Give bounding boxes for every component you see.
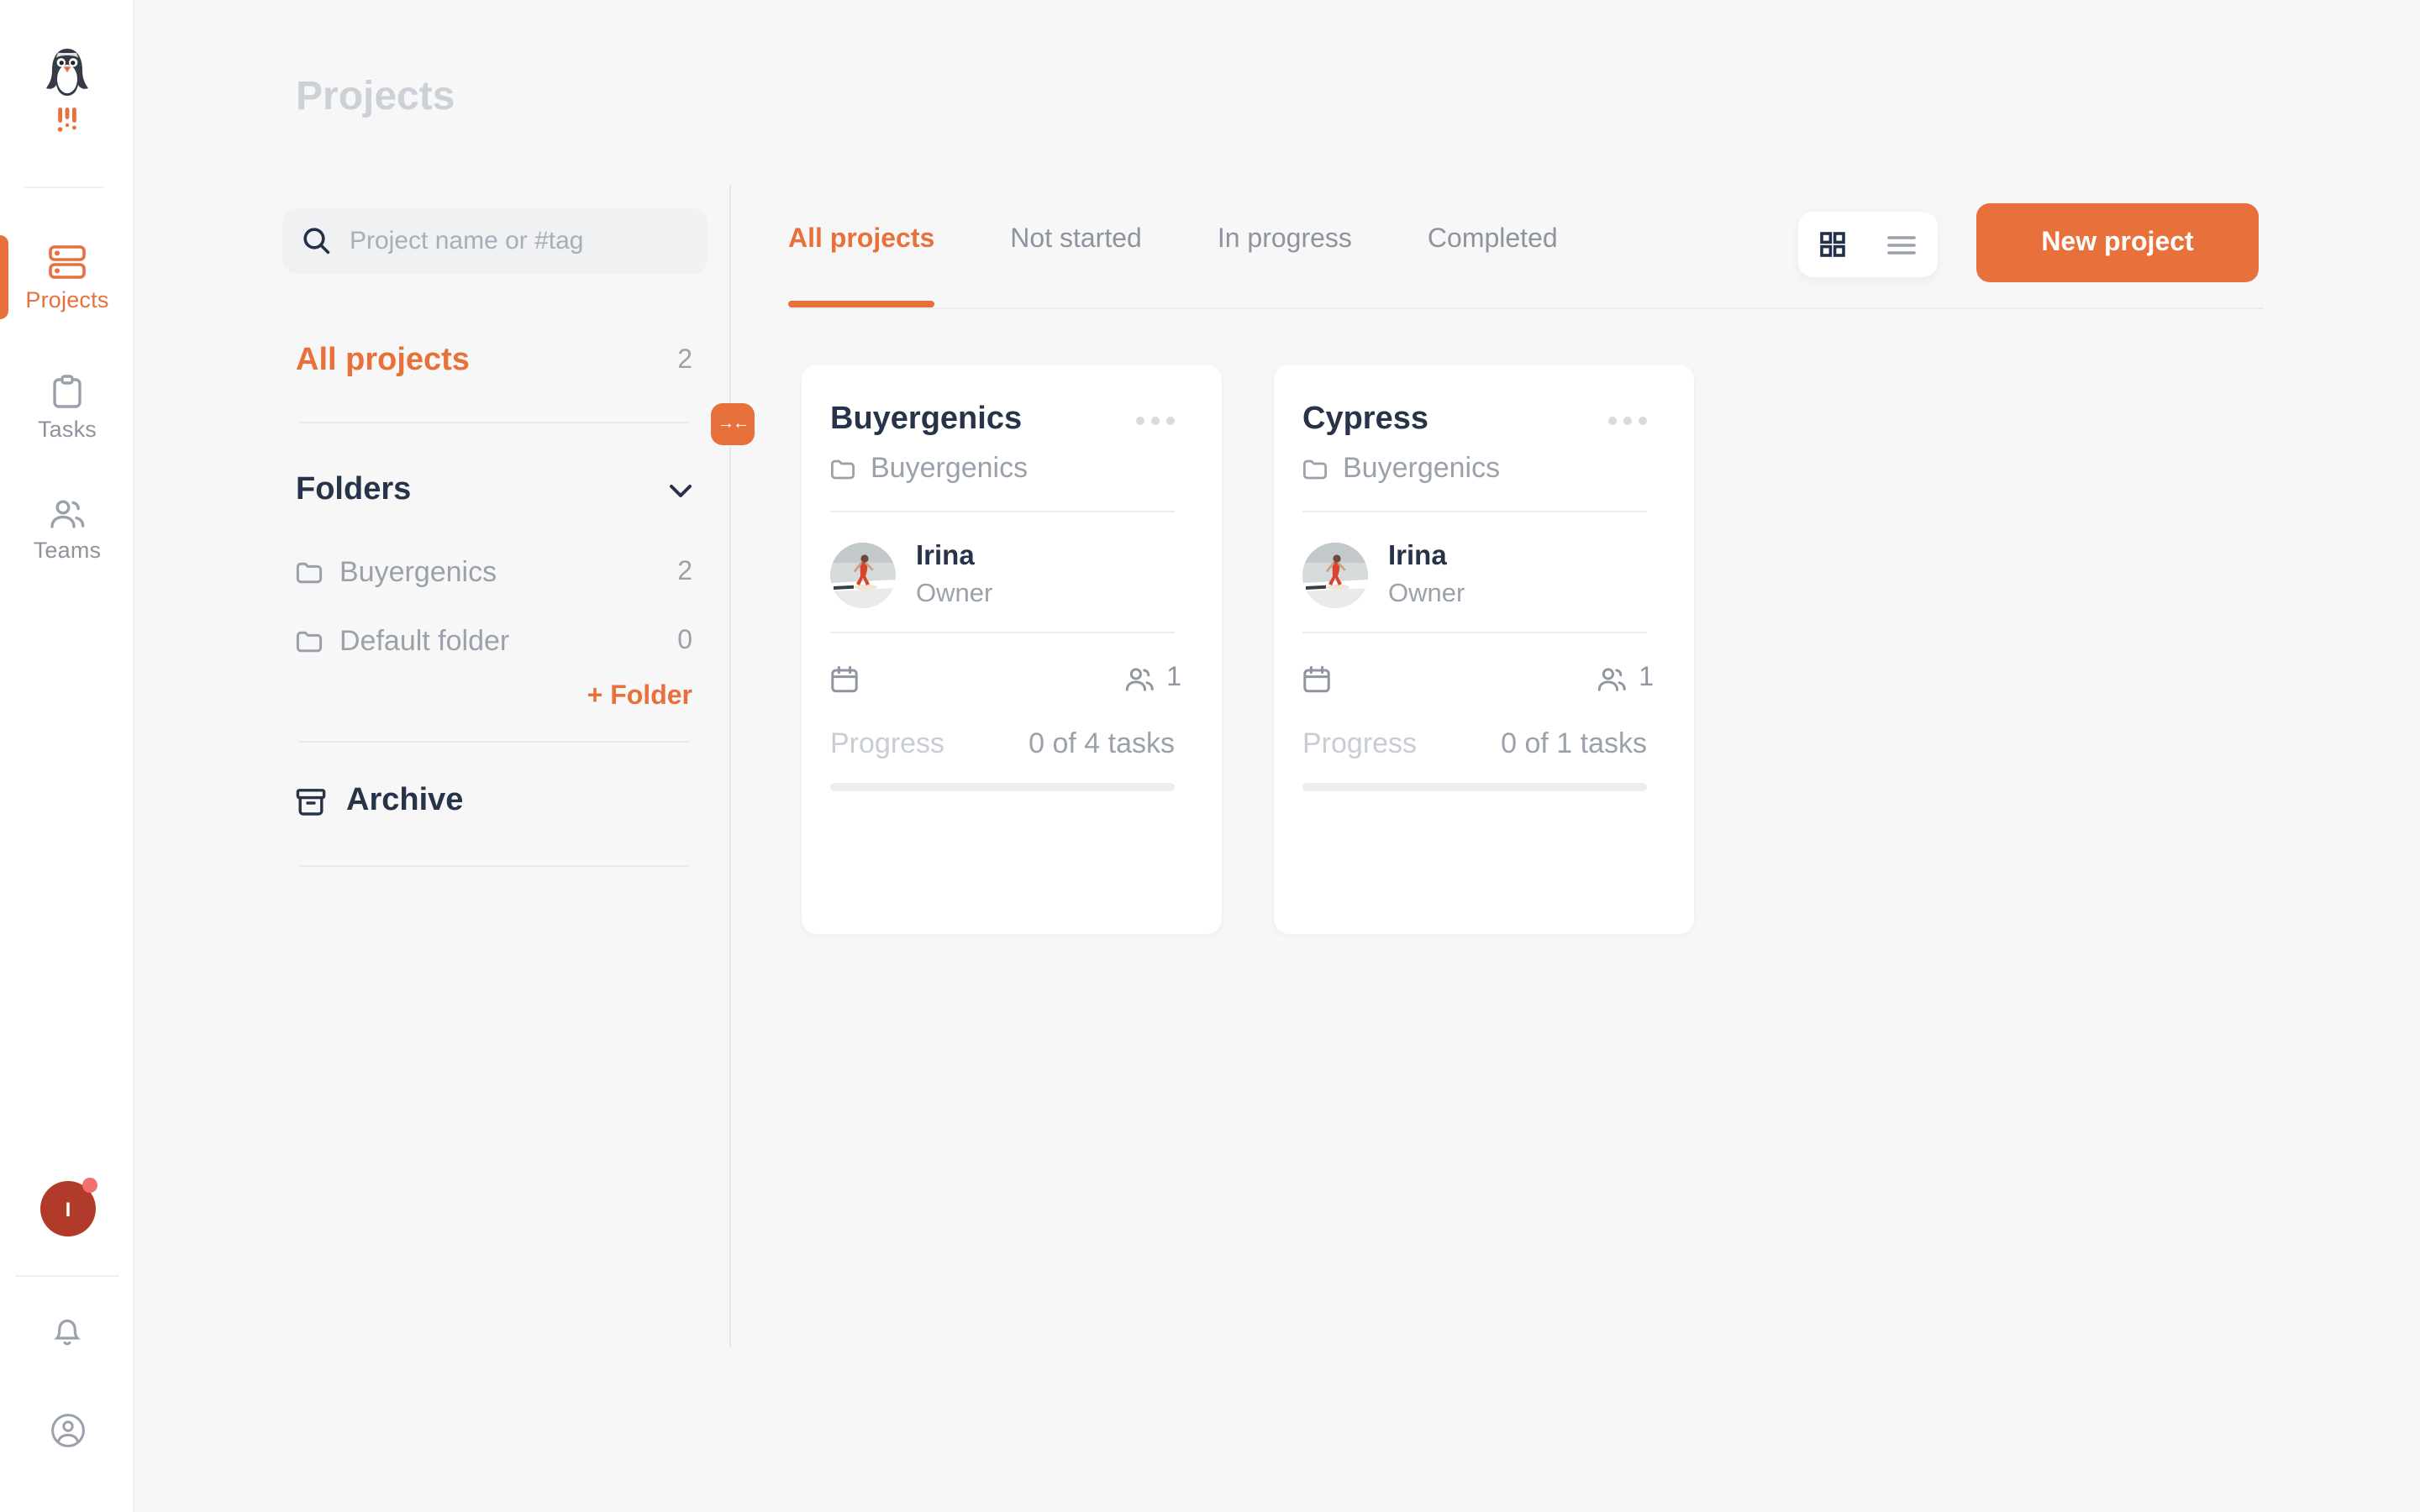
collapse-arrows-icon: →←: [718, 415, 748, 433]
project-title: Cypress: [1302, 402, 1428, 438]
sidebar-item-tasks[interactable]: Tasks: [0, 375, 134, 442]
search-input[interactable]: [346, 225, 687, 257]
card-divider: [1302, 511, 1647, 512]
archive-label: Archive: [346, 783, 463, 820]
notification-dot: [82, 1178, 97, 1193]
folder-icon: [296, 630, 323, 654]
person-circle-icon: [50, 1413, 85, 1448]
folder-count: 0: [677, 627, 692, 657]
owner-row: Irina Owner: [830, 538, 992, 612]
owner-avatar[interactable]: [830, 542, 896, 607]
tabs-underline-track: [788, 307, 2264, 309]
project-card-cypress[interactable]: Cypress Buyergenics: [1274, 365, 1694, 934]
folders-section-header[interactable]: Folders: [296, 472, 692, 509]
card-divider: [830, 511, 1175, 512]
folder-icon: [296, 561, 323, 585]
all-projects-count: 2: [677, 346, 692, 376]
members-icon: [1124, 666, 1155, 691]
members-value: 1: [1166, 664, 1181, 694]
sidebar-item-projects[interactable]: Projects: [0, 245, 134, 312]
folder-name: Buyergenics: [339, 556, 660, 590]
archive-link[interactable]: Archive: [296, 783, 692, 820]
members-icon: [1597, 666, 1627, 691]
members-count: 1: [1124, 664, 1181, 694]
folder-item-buyergenics[interactable]: Buyergenics 2: [296, 556, 692, 590]
progress-tasks: 0 of 1 tasks: [1501, 727, 1647, 761]
folder-count: 2: [677, 558, 692, 588]
all-projects-label: All projects: [296, 343, 470, 380]
new-project-button[interactable]: New project: [1976, 203, 2259, 282]
user-initial: I: [66, 1197, 71, 1221]
panel-main-divider: [729, 185, 731, 1347]
penguin-rocket-icon: [40, 44, 94, 141]
tab-in-progress[interactable]: In progress: [1218, 225, 1352, 307]
owner-name: Irina: [916, 538, 992, 578]
owner-name: Irina: [1388, 538, 1465, 578]
sidebar-item-label: Projects: [25, 287, 108, 312]
archive-box-icon: [296, 787, 326, 816]
tab-completed[interactable]: Completed: [1428, 225, 1558, 307]
project-status-tabs: All projects Not started In progress Com…: [788, 225, 1558, 307]
members-value: 1: [1639, 664, 1654, 694]
panel-divider: [299, 422, 689, 423]
project-title: Buyergenics: [830, 402, 1022, 438]
app-window: Projects Tasks Teams: [0, 0, 2420, 1512]
projects-boards-icon: [49, 245, 86, 279]
folder-item-default[interactable]: Default folder 0: [296, 625, 692, 659]
add-folder-button[interactable]: + Folder: [296, 682, 692, 712]
list-view-button[interactable]: [1887, 234, 1916, 255]
owner-avatar[interactable]: [1302, 542, 1368, 607]
user-avatar[interactable]: I: [40, 1181, 96, 1236]
progress-tasks: 0 of 4 tasks: [1028, 727, 1175, 761]
bell-icon: [52, 1315, 82, 1347]
project-folder-name: Buyergenics: [1343, 452, 1500, 486]
card-menu-dots-icon[interactable]: [1608, 409, 1647, 431]
tab-all-projects[interactable]: All projects: [788, 225, 934, 307]
card-divider: [830, 632, 1175, 633]
calendar-icon[interactable]: [830, 664, 859, 693]
tasks-clipboard-icon: [52, 375, 82, 408]
app-logo[interactable]: [0, 44, 134, 141]
sidebar-item-label: Tasks: [38, 417, 97, 442]
card-divider: [1302, 632, 1647, 633]
left-rail: Projects Tasks Teams: [0, 0, 134, 1512]
progress-label: Progress: [830, 727, 944, 761]
notifications-button[interactable]: [0, 1315, 134, 1347]
project-card-buyergenics[interactable]: Buyergenics Buyergenics: [802, 365, 1222, 934]
page-title: Projects: [296, 74, 455, 121]
progress-label: Progress: [1302, 727, 1417, 761]
folder-icon: [830, 458, 855, 480]
sidebar-item-label: Teams: [34, 538, 102, 563]
project-search[interactable]: [282, 208, 708, 274]
panel-divider: [299, 741, 689, 743]
progress-bar: [830, 783, 1175, 791]
members-count: 1: [1597, 664, 1654, 694]
rail-divider-top: [24, 186, 104, 188]
search-icon: [302, 227, 331, 255]
tab-not-started[interactable]: Not started: [1010, 225, 1142, 307]
account-button[interactable]: [0, 1413, 134, 1448]
project-folder-name: Buyergenics: [871, 452, 1028, 486]
view-toggle: [1798, 212, 1938, 277]
owner-row: Irina Owner: [1302, 538, 1465, 612]
grid-view-button[interactable]: [1820, 232, 1845, 257]
sidebar-item-teams[interactable]: Teams: [0, 499, 134, 563]
panel-divider: [299, 865, 689, 867]
chevron-down-icon[interactable]: [669, 483, 692, 498]
card-menu-dots-icon[interactable]: [1136, 409, 1175, 431]
owner-role: Owner: [1388, 578, 1465, 612]
teams-people-icon: [49, 499, 86, 529]
collapse-panel-button[interactable]: →←: [711, 403, 755, 445]
folder-name: Default folder: [339, 625, 660, 659]
rail-divider-bottom: [15, 1275, 119, 1277]
folder-icon: [1302, 458, 1328, 480]
folders-header-label: Folders: [296, 472, 411, 509]
filter-all-projects[interactable]: All projects 2: [296, 343, 692, 380]
progress-bar: [1302, 783, 1647, 791]
owner-role: Owner: [916, 578, 992, 612]
calendar-icon[interactable]: [1302, 664, 1331, 693]
